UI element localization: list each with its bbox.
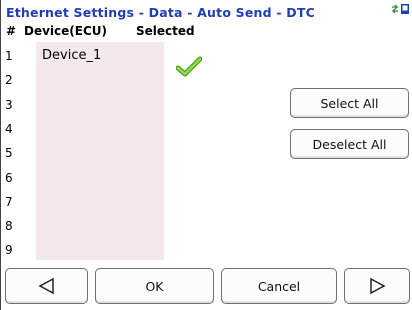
device-name[interactable]: Device_1 <box>42 48 101 63</box>
deselect-all-label: Deselect All <box>312 136 387 152</box>
column-header-number: # <box>6 24 17 38</box>
row-number: 9 <box>5 243 13 257</box>
row-number: 2 <box>5 73 13 87</box>
column-header-selected: Selected <box>136 24 195 38</box>
next-button[interactable] <box>344 268 410 304</box>
row-number: 8 <box>5 219 13 233</box>
row-number: 7 <box>5 195 13 209</box>
row-number: 3 <box>5 98 13 112</box>
deselect-all-button[interactable]: Deselect All <box>290 129 409 159</box>
screen-border <box>0 0 1 310</box>
device-list[interactable] <box>36 42 164 260</box>
ok-button[interactable]: OK <box>95 268 214 304</box>
triangle-right-icon <box>370 277 386 295</box>
selected-check-icon[interactable] <box>176 56 202 78</box>
settings-screen: Ethernet Settings - Data - Auto Send - D… <box>0 0 412 310</box>
triangle-left-icon <box>37 277 54 295</box>
row-number: 4 <box>5 122 13 136</box>
row-number: 5 <box>5 146 13 160</box>
select-all-label: Select All <box>320 95 379 111</box>
row-number: 1 <box>5 49 13 63</box>
select-all-button[interactable]: Select All <box>290 88 409 118</box>
network-status-icon <box>391 4 409 14</box>
ok-label: OK <box>145 278 164 294</box>
previous-button[interactable] <box>5 268 88 304</box>
cancel-button[interactable]: Cancel <box>221 268 337 304</box>
page-title: Ethernet Settings - Data - Auto Send - D… <box>6 5 315 20</box>
row-number: 6 <box>5 171 13 185</box>
column-header-device: Device(ECU) <box>24 24 108 38</box>
cancel-label: Cancel <box>257 278 301 294</box>
